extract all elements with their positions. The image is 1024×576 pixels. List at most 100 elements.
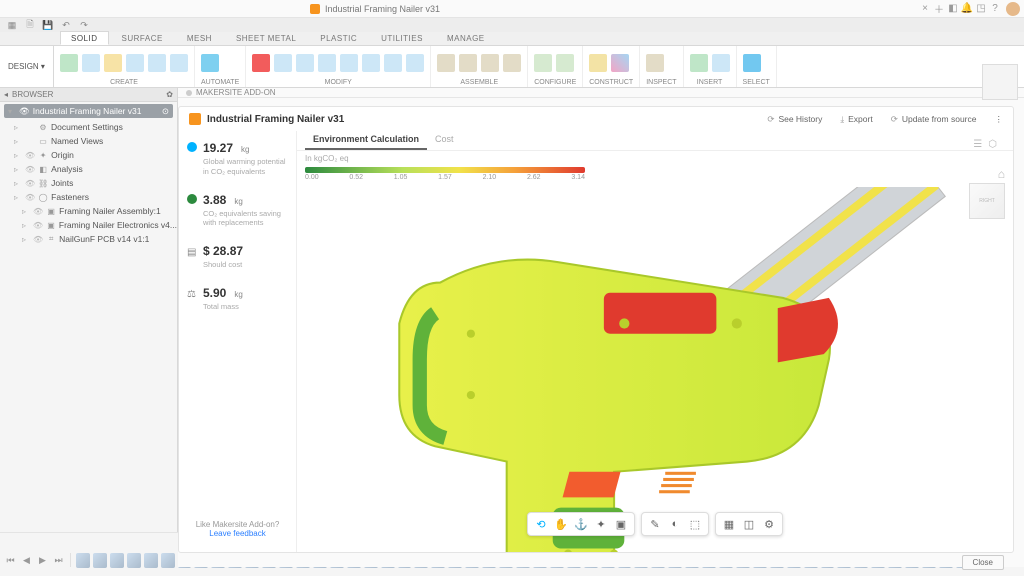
user-avatar[interactable] xyxy=(1006,2,1020,16)
home-view-icon[interactable]: ⌂ xyxy=(998,167,1005,181)
leave-feedback-link[interactable]: Leave feedback xyxy=(185,529,290,538)
tab-close-icon[interactable]: × xyxy=(922,3,928,14)
move-icon[interactable] xyxy=(406,54,424,72)
browser-node[interactable]: ▹👁⛓Joints xyxy=(0,176,177,190)
ribbon-tab-plastic[interactable]: PLASTIC xyxy=(309,31,368,45)
browser-node[interactable]: ▹👁▣Framing Nailer Electronics v4... xyxy=(0,218,177,232)
help-icon[interactable]: ? xyxy=(988,3,1002,14)
browser-root[interactable]: ▾👁 Industrial Framing Nailer v31 ⊙ xyxy=(4,104,173,118)
visibility-icon[interactable]: 👁 xyxy=(25,151,35,160)
timeline-feature-icon[interactable] xyxy=(144,553,158,568)
configure-icon[interactable] xyxy=(534,54,552,72)
visibility-icon[interactable]: 👁 xyxy=(25,179,35,188)
chevron-right-icon[interactable]: ▹ xyxy=(14,165,22,174)
chevron-right-icon[interactable]: ▹ xyxy=(22,207,30,216)
list-view-icon[interactable]: ☰ xyxy=(973,139,982,150)
shell-icon[interactable] xyxy=(318,54,336,72)
card-menu-icon[interactable]: ⋮ xyxy=(995,114,1004,125)
chevron-right-icon[interactable]: ▹ xyxy=(14,179,22,188)
combine-icon[interactable] xyxy=(340,54,358,72)
motion-link-icon[interactable] xyxy=(503,54,521,72)
close-button[interactable]: Close xyxy=(962,555,1004,570)
pencil-icon[interactable]: ✎ xyxy=(646,515,664,533)
change-parameters-icon[interactable] xyxy=(556,54,574,72)
chevron-right-icon[interactable]: ▹ xyxy=(14,193,22,202)
grid-display-icon[interactable]: ▦ xyxy=(720,515,738,533)
multi-view-icon[interactable]: ◫ xyxy=(740,515,758,533)
browser-node[interactable]: ▹👁◧Analysis xyxy=(0,162,177,176)
browser-node[interactable]: ▹👁⌗NailGunF PCB v14 v1:1 xyxy=(0,232,177,246)
new-icon[interactable]: ＋ xyxy=(932,1,946,16)
ribbon-tab-manage[interactable]: MANAGE xyxy=(436,31,496,45)
timeline-feature-icon[interactable] xyxy=(161,553,175,568)
view-tab-cost[interactable]: Cost xyxy=(427,130,462,150)
new-component-icon[interactable] xyxy=(60,54,78,72)
file-icon[interactable]: 🗎 xyxy=(24,19,36,31)
collapse-icon[interactable]: ◂ xyxy=(4,90,8,99)
addon-tab[interactable]: MAKERSITE ADD-ON xyxy=(178,88,1024,98)
environment-icon[interactable]: ⬚ xyxy=(686,515,704,533)
update-button[interactable]: ⟳Update from source xyxy=(891,114,977,125)
browser-node[interactable]: ▹👁✦Origin xyxy=(0,148,177,162)
sketch-icon[interactable] xyxy=(82,54,100,72)
visibility-icon[interactable]: 👁 xyxy=(25,193,35,202)
data-panel-icon[interactable]: ◧ xyxy=(946,3,960,14)
fit-icon[interactable]: ✦ xyxy=(592,515,610,533)
ribbon-tab-utilities[interactable]: UTILITIES xyxy=(370,31,434,45)
undo-icon[interactable]: ↶ xyxy=(60,19,72,31)
chevron-right-icon[interactable]: ▹ xyxy=(22,221,30,230)
timeline-prev-icon[interactable]: ◀ xyxy=(20,554,33,567)
ribbon-tab-sheetmetal[interactable]: SHEET METAL xyxy=(225,31,307,45)
model-viewport[interactable]: ⟲ ✋ ⚓ ✦ ▣ ✎ ◐ ⬚ xyxy=(297,187,1013,552)
ribbon-tab-solid[interactable]: SOLID xyxy=(60,31,109,45)
ribbon-tab-mesh[interactable]: MESH xyxy=(176,31,223,45)
export-button[interactable]: ⤓Export xyxy=(840,114,872,125)
chevron-right-icon[interactable]: ▹ xyxy=(14,151,22,160)
browser-node[interactable]: ▹⚙Document Settings xyxy=(0,120,177,134)
hole-icon[interactable] xyxy=(170,54,188,72)
timeline-feature-icon[interactable] xyxy=(76,553,90,568)
timeline-feature-icon[interactable] xyxy=(127,553,141,568)
draft-icon[interactable] xyxy=(362,54,380,72)
app-menu-icon[interactable]: ▦ xyxy=(6,19,18,31)
axis-icon[interactable] xyxy=(611,54,629,72)
pan-icon[interactable]: ✋ xyxy=(552,515,570,533)
see-history-button[interactable]: ⟳See History xyxy=(767,114,822,125)
chevron-right-icon[interactable]: ▹ xyxy=(22,235,30,244)
viewport-settings-icon[interactable]: ⚙ xyxy=(760,515,778,533)
as-built-joint-icon[interactable] xyxy=(459,54,477,72)
timeline-feature-icon[interactable] xyxy=(110,553,124,568)
form-icon[interactable] xyxy=(104,54,122,72)
automate-icon[interactable] xyxy=(201,54,219,72)
delete-icon[interactable] xyxy=(252,54,270,72)
visibility-icon[interactable]: 👁 xyxy=(33,235,43,244)
view-tab-environment[interactable]: Environment Calculation xyxy=(305,130,427,150)
browser-node[interactable]: ▹▭Named Views xyxy=(0,134,177,148)
zoom-icon[interactable]: ▣ xyxy=(612,515,630,533)
timeline-start-icon[interactable]: ⏮ xyxy=(4,554,17,567)
visibility-icon[interactable]: 👁 xyxy=(25,165,35,174)
browser-options-icon[interactable]: ✿ xyxy=(166,90,173,99)
document-tab[interactable]: Industrial Framing Nailer v31 xyxy=(310,4,440,14)
insert-mcmaster-icon[interactable] xyxy=(712,54,730,72)
visual-style-icon[interactable]: ◐ xyxy=(666,515,684,533)
notifications-icon[interactable]: 🔔 xyxy=(960,3,974,14)
joint-icon[interactable] xyxy=(437,54,455,72)
orbit-icon[interactable]: ⟲ xyxy=(532,515,550,533)
visibility-icon[interactable]: 👁 xyxy=(33,207,43,216)
select-icon[interactable] xyxy=(743,54,761,72)
revolve-icon[interactable] xyxy=(148,54,166,72)
browser-node[interactable]: ▹👁▣Framing Nailer Assembly:1 xyxy=(0,204,177,218)
insert-derive-icon[interactable] xyxy=(690,54,708,72)
design-workspace-button[interactable]: DESIGN ▾ xyxy=(0,46,54,87)
plane-icon[interactable] xyxy=(589,54,607,72)
timeline-end-icon[interactable]: ⏭ xyxy=(52,554,65,567)
browser-header[interactable]: ◂ BROWSER ✿ xyxy=(0,88,177,102)
scale-icon[interactable] xyxy=(384,54,402,72)
save-icon[interactable]: 💾 xyxy=(42,19,54,31)
redo-icon[interactable]: ↷ xyxy=(78,19,90,31)
press-pull-icon[interactable] xyxy=(274,54,292,72)
measure-icon[interactable] xyxy=(646,54,664,72)
timeline-play-icon[interactable]: ▶ xyxy=(36,554,49,567)
visibility-icon[interactable]: 👁 xyxy=(33,221,43,230)
